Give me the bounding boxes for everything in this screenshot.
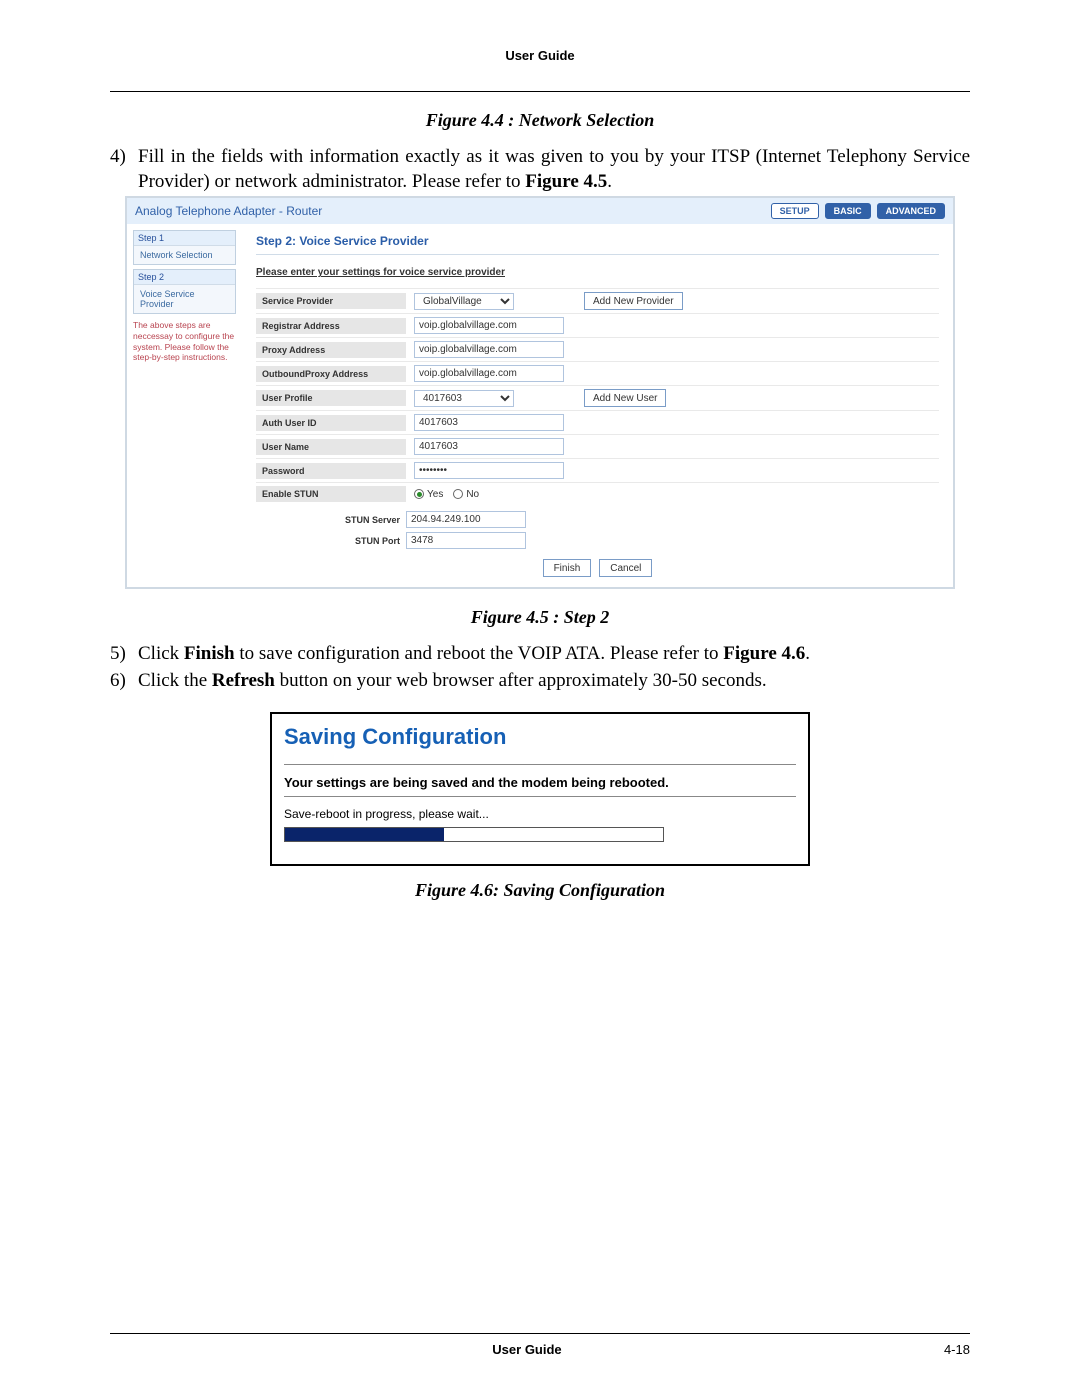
step-5-number: 5) <box>110 642 138 667</box>
router-form: Step 2: Voice Service Provider Please en… <box>242 224 953 587</box>
step-4-text-b: . <box>607 171 612 192</box>
tab-setup[interactable]: SETUP <box>771 203 819 219</box>
label-service-provider: Service Provider <box>256 293 406 309</box>
label-auth-user: Auth User ID <box>256 415 406 431</box>
step-5-c: to save configuration and reboot the VOI… <box>235 643 724 664</box>
footer-title: User Guide <box>492 1342 561 1357</box>
sidebar-step1-head: Step 1 <box>134 231 235 246</box>
step-4-bold: Figure 4.5 <box>525 171 607 192</box>
add-provider-button[interactable]: Add New Provider <box>584 292 683 310</box>
finish-button[interactable]: Finish <box>543 559 592 577</box>
router-header: Analog Telephone Adapter - Router SETUP … <box>127 198 953 224</box>
row-proxy: Proxy Address <box>256 337 939 361</box>
page-footer: User Guide 4-18 <box>110 1333 970 1357</box>
label-username: User Name <box>256 439 406 455</box>
router-tabs: SETUP BASIC ADVANCED <box>771 203 945 219</box>
figure-caption-4-5: Figure 4.5 : Step 2 <box>110 607 970 628</box>
form-bottom-buttons: Finish Cancel <box>256 559 939 577</box>
saving-subtext: Save-reboot in progress, please wait... <box>284 807 796 821</box>
step-6-number: 6) <box>110 669 138 694</box>
router-screenshot: Analog Telephone Adapter - Router SETUP … <box>125 196 955 589</box>
label-stun-port: STUN Port <box>336 536 406 546</box>
row-username: User Name <box>256 434 939 458</box>
step-5-e: . <box>805 643 810 664</box>
step-4: 4) Fill in the fields with information e… <box>110 145 970 194</box>
progress-fill <box>285 828 444 841</box>
step-5-a: Click <box>138 643 184 664</box>
step-5: 5) Click Finish to save configuration an… <box>110 642 970 667</box>
saving-rule-2 <box>284 796 796 797</box>
add-user-button[interactable]: Add New User <box>584 389 666 407</box>
cancel-button[interactable]: Cancel <box>599 559 652 577</box>
label-stun-server: STUN Server <box>336 515 406 525</box>
router-brand: Analog Telephone Adapter - Router <box>135 204 322 218</box>
radio-stun-no[interactable]: No <box>453 489 479 500</box>
saving-message: Your settings are being saved and the mo… <box>284 775 796 790</box>
header-rule <box>110 91 970 92</box>
label-enable-stun: Enable STUN <box>256 486 406 502</box>
label-proxy: Proxy Address <box>256 342 406 358</box>
row-password: Password <box>256 458 939 482</box>
step-5-text: Click Finish to save configuration and r… <box>138 642 970 667</box>
sidebar-item-network-selection[interactable]: Network Selection <box>134 246 235 264</box>
label-user-profile: User Profile <box>256 390 406 406</box>
saving-configuration-box: Saving Configuration Your settings are b… <box>270 712 810 866</box>
select-service-provider[interactable]: GlobalVillage <box>414 293 514 310</box>
page-header: User Guide <box>110 48 970 63</box>
step-5-b: Finish <box>184 643 235 664</box>
router-body: Step 1 Network Selection Step 2 Voice Se… <box>127 224 953 587</box>
row-stun-port: STUN Port <box>336 530 939 551</box>
saving-rule <box>284 764 796 765</box>
input-password[interactable] <box>414 462 564 479</box>
sidebar-step1: Step 1 Network Selection <box>133 230 236 265</box>
step-6-c: button on your web browser after approxi… <box>275 670 767 691</box>
form-title: Step 2: Voice Service Provider <box>256 234 939 255</box>
row-registrar: Registrar Address <box>256 313 939 337</box>
input-proxy[interactable] <box>414 341 564 358</box>
input-auth-user[interactable] <box>414 414 564 431</box>
step-6: 6) Click the Refresh button on your web … <box>110 669 970 694</box>
saving-title: Saving Configuration <box>284 724 796 750</box>
radio-dot-icon <box>453 489 463 499</box>
step-4-text: Fill in the fields with information exac… <box>138 145 970 194</box>
sidebar-step2-head: Step 2 <box>134 270 235 285</box>
row-enable-stun: Enable STUN Yes No <box>256 482 939 505</box>
row-outbound-proxy: OutboundProxy Address <box>256 361 939 385</box>
input-registrar[interactable] <box>414 317 564 334</box>
step-6-a: Click the <box>138 670 212 691</box>
label-registrar: Registrar Address <box>256 318 406 334</box>
sidebar-item-voice-provider[interactable]: Voice Service Provider <box>134 285 235 313</box>
radio-dot-icon <box>414 489 424 499</box>
step-6-text: Click the Refresh button on your web bro… <box>138 669 970 694</box>
step-6-b: Refresh <box>212 670 275 691</box>
figure-caption-4-4: Figure 4.4 : Network Selection <box>110 110 970 131</box>
tab-basic[interactable]: BASIC <box>825 203 871 219</box>
row-stun-server: STUN Server <box>336 509 939 530</box>
label-password: Password <box>256 463 406 479</box>
step-4-number: 4) <box>110 145 138 194</box>
row-service-provider: Service Provider GlobalVillage Add New P… <box>256 288 939 313</box>
form-instruction: Please enter your settings for voice ser… <box>256 267 939 278</box>
radio-no-label: No <box>466 489 479 500</box>
step-5-d: Figure 4.6 <box>723 643 805 664</box>
stun-subform: STUN Server STUN Port <box>336 509 939 551</box>
radio-yes-label: Yes <box>427 489 443 500</box>
sidebar-note: The above steps are neccessay to configu… <box>133 320 236 363</box>
input-username[interactable] <box>414 438 564 455</box>
tab-advanced[interactable]: ADVANCED <box>877 203 945 219</box>
select-user-profile[interactable]: 4017603 <box>414 390 514 407</box>
progress-bar <box>284 827 664 842</box>
input-stun-server[interactable] <box>406 511 526 528</box>
input-stun-port[interactable] <box>406 532 526 549</box>
sidebar-step2: Step 2 Voice Service Provider <box>133 269 236 314</box>
radio-stun-yes[interactable]: Yes <box>414 489 443 500</box>
row-user-profile: User Profile 4017603 Add New User <box>256 385 939 410</box>
figure-caption-4-6: Figure 4.6: Saving Configuration <box>110 880 970 901</box>
footer-rule <box>110 1333 970 1334</box>
footer-page-number: 4-18 <box>944 1342 970 1357</box>
label-outbound-proxy: OutboundProxy Address <box>256 366 406 382</box>
router-sidebar: Step 1 Network Selection Step 2 Voice Se… <box>127 224 242 587</box>
input-outbound-proxy[interactable] <box>414 365 564 382</box>
row-auth-user: Auth User ID <box>256 410 939 434</box>
